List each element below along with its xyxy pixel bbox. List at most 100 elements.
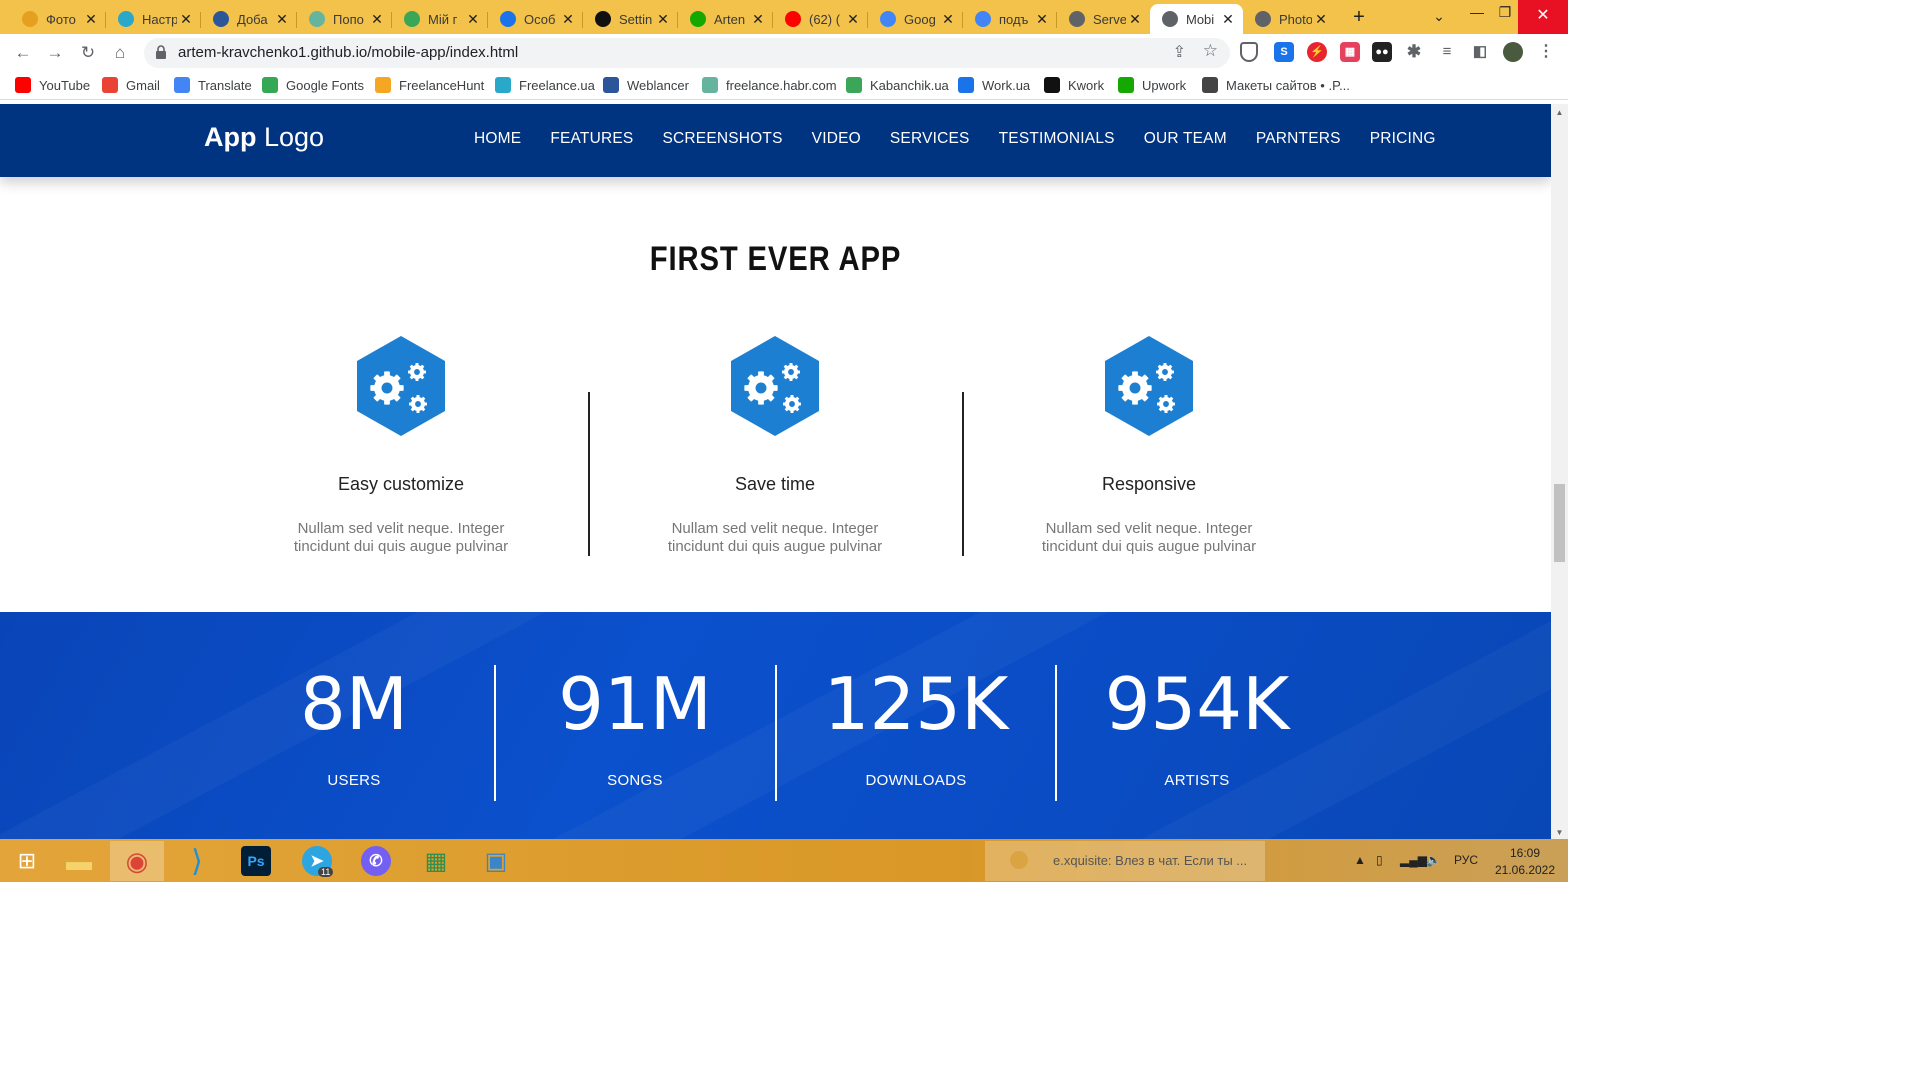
nav-link-video[interactable]: VIDEO <box>812 130 861 148</box>
nav-link-our-team[interactable]: OUR TEAM <box>1144 130 1227 148</box>
nav-link-parnters[interactable]: PARNTERS <box>1256 130 1341 148</box>
minimize-icon[interactable]: — <box>1462 4 1492 20</box>
browser-tab[interactable]: Доба ✕ <box>201 4 297 34</box>
taskbar-app[interactable]: Ps <box>229 841 283 881</box>
restore-icon[interactable]: ❐ <box>1490 4 1520 21</box>
nav-link-home[interactable]: HOME <box>474 130 521 148</box>
bookmark-item[interactable]: Kabanchik.ua <box>846 77 949 93</box>
site-logo[interactable]: App Logo <box>204 122 324 153</box>
window-close-icon[interactable]: ✕ <box>1518 0 1568 34</box>
taskbar-app[interactable]: ▦ <box>409 841 463 881</box>
lock-icon[interactable] <box>156 45 166 59</box>
browser-tab[interactable]: Arten ✕ <box>678 4 773 34</box>
tab-close-icon[interactable]: ✕ <box>1033 11 1051 28</box>
tab-close-icon[interactable]: ✕ <box>177 11 195 28</box>
tab-title: Arten <box>714 11 746 27</box>
lightning-extension-icon[interactable]: ⚡ <box>1307 42 1327 62</box>
browser-tab[interactable]: Фото ✕ <box>10 4 106 34</box>
side-panel-icon[interactable]: ◧ <box>1470 42 1490 62</box>
browser-tab[interactable]: Попо ✕ <box>297 4 392 34</box>
network-signal-icon[interactable]: ▂▄▆ <box>1400 853 1427 867</box>
tab-close-icon[interactable]: ✕ <box>939 11 957 28</box>
bookmark-item[interactable]: Freelance.ua <box>495 77 595 93</box>
browser-tab[interactable]: (62) (✕ <box>773 4 868 34</box>
bookmark-item[interactable]: Макеты сайтов • .P... <box>1202 77 1350 93</box>
s-extension-icon[interactable]: S <box>1274 42 1294 62</box>
tab-close-icon[interactable]: ✕ <box>654 11 672 28</box>
page-scrollbar[interactable]: ▲ ▼ <box>1551 104 1568 839</box>
nav-link-screenshots[interactable]: SCREENSHOTS <box>662 130 782 148</box>
bookmark-item[interactable]: Translate <box>174 77 252 93</box>
gift-extension-icon[interactable]: ▦ <box>1340 42 1360 62</box>
browser-tab[interactable]: Serve ✕ <box>1057 4 1150 34</box>
browser-tab[interactable]: Settin ✕ <box>583 4 678 34</box>
system-clock[interactable]: 16:09 21.06.2022 <box>1490 845 1560 879</box>
bookmark-item[interactable]: Upwork <box>1118 77 1186 93</box>
taskbar-app[interactable]: ⟩ <box>170 841 224 881</box>
browser-tab[interactable]: Mobi ✕ <box>1150 4 1243 34</box>
tray-expand-icon[interactable]: ▲ <box>1354 853 1366 867</box>
bookmark-item[interactable]: Google Fonts <box>262 77 364 93</box>
taskbar-app[interactable]: ⊞ <box>0 841 54 881</box>
tab-close-icon[interactable]: ✕ <box>1219 11 1237 28</box>
nav-link-pricing[interactable]: PRICING <box>1370 130 1436 148</box>
bookmark-item[interactable]: FreelanceHunt <box>375 77 484 93</box>
profile-avatar[interactable] <box>1503 42 1523 62</box>
tab-close-icon[interactable]: ✕ <box>1312 11 1330 28</box>
share-icon[interactable]: ⇪ <box>1173 42 1186 62</box>
browser-tab[interactable]: Настр ✕ <box>106 4 201 34</box>
taskbar-app[interactable]: ➤ 11 <box>290 841 344 881</box>
bookmark-item[interactable]: Gmail <box>102 77 160 93</box>
bookmark-item[interactable]: YouTube <box>15 77 90 93</box>
language-indicator[interactable]: РУС <box>1454 853 1478 867</box>
url-text[interactable]: artem-kravchenko1.github.io/mobile-app/i… <box>178 44 518 61</box>
shield-extension-icon[interactable] <box>1240 42 1258 62</box>
tab-title: Доба <box>237 11 268 27</box>
bookmark-item[interactable]: freelance.habr.com <box>702 77 837 93</box>
tab-close-icon[interactable]: ✕ <box>273 11 291 28</box>
tab-close-icon[interactable]: ✕ <box>82 11 100 28</box>
nav-link-features[interactable]: FEATURES <box>550 130 633 148</box>
taskbar-app[interactable]: ▬ <box>52 841 106 881</box>
back-icon[interactable]: ← <box>12 42 34 64</box>
scroll-up-icon[interactable]: ▲ <box>1554 108 1565 117</box>
menu-dots-icon[interactable]: ⋮ <box>1536 42 1556 62</box>
tab-search-icon[interactable]: ⌄ <box>1424 8 1454 25</box>
home-icon[interactable]: ⌂ <box>109 42 131 64</box>
bookmark-star-icon[interactable]: ☆ <box>1203 41 1218 61</box>
freelance-ua-icon <box>495 77 511 93</box>
tab-close-icon[interactable]: ✕ <box>559 11 577 28</box>
bookmark-item[interactable]: Work.ua <box>958 77 1030 93</box>
tab-close-icon[interactable]: ✕ <box>1126 11 1144 28</box>
nav-link-testimonials[interactable]: TESTIMONIALS <box>999 130 1115 148</box>
nav-link-services[interactable]: SERVICES <box>890 130 970 148</box>
address-bar[interactable]: artem-kravchenko1.github.io/mobile-app/i… <box>144 38 1230 68</box>
browser-tab[interactable]: Photo ✕ <box>1243 4 1336 34</box>
browser-tab[interactable]: Мій г ✕ <box>392 4 488 34</box>
features-title: FIRST EVER APP <box>649 240 902 278</box>
browser-tab[interactable]: Goog ✕ <box>868 4 963 34</box>
volume-icon[interactable]: 🔈 <box>1426 853 1441 867</box>
bookmark-item[interactable]: Kwork <box>1044 77 1104 93</box>
forward-icon[interactable]: → <box>44 42 66 64</box>
tab-close-icon[interactable]: ✕ <box>464 11 482 28</box>
media-queue-icon[interactable]: ≡ <box>1437 42 1457 62</box>
tab-close-icon[interactable]: ✕ <box>749 11 767 28</box>
new-tab-icon[interactable]: + <box>1349 6 1369 28</box>
scroll-down-icon[interactable]: ▼ <box>1554 828 1565 837</box>
taskbar-app[interactable]: ▣ <box>469 841 523 881</box>
globe-icon <box>1255 11 1271 27</box>
reload-icon[interactable]: ↻ <box>77 42 99 64</box>
bookmark-item[interactable]: Weblancer <box>603 77 689 93</box>
tab-title: Photo <box>1279 11 1312 27</box>
taskbar-app[interactable]: ✆ <box>349 841 403 881</box>
browser-tab[interactable]: подъ ✕ <box>963 4 1057 34</box>
taskbar-app[interactable]: ◉ <box>110 841 164 881</box>
battery-icon[interactable]: ▯ <box>1376 853 1383 867</box>
browser-tab[interactable]: Особ ✕ <box>488 4 583 34</box>
tab-close-icon[interactable]: ✕ <box>368 11 386 28</box>
extensions-puzzle-icon[interactable]: ✱ <box>1404 42 1424 62</box>
mask-extension-icon[interactable]: ●● <box>1372 42 1392 62</box>
tab-close-icon[interactable]: ✕ <box>844 11 862 28</box>
scrollbar-thumb[interactable] <box>1554 484 1565 562</box>
